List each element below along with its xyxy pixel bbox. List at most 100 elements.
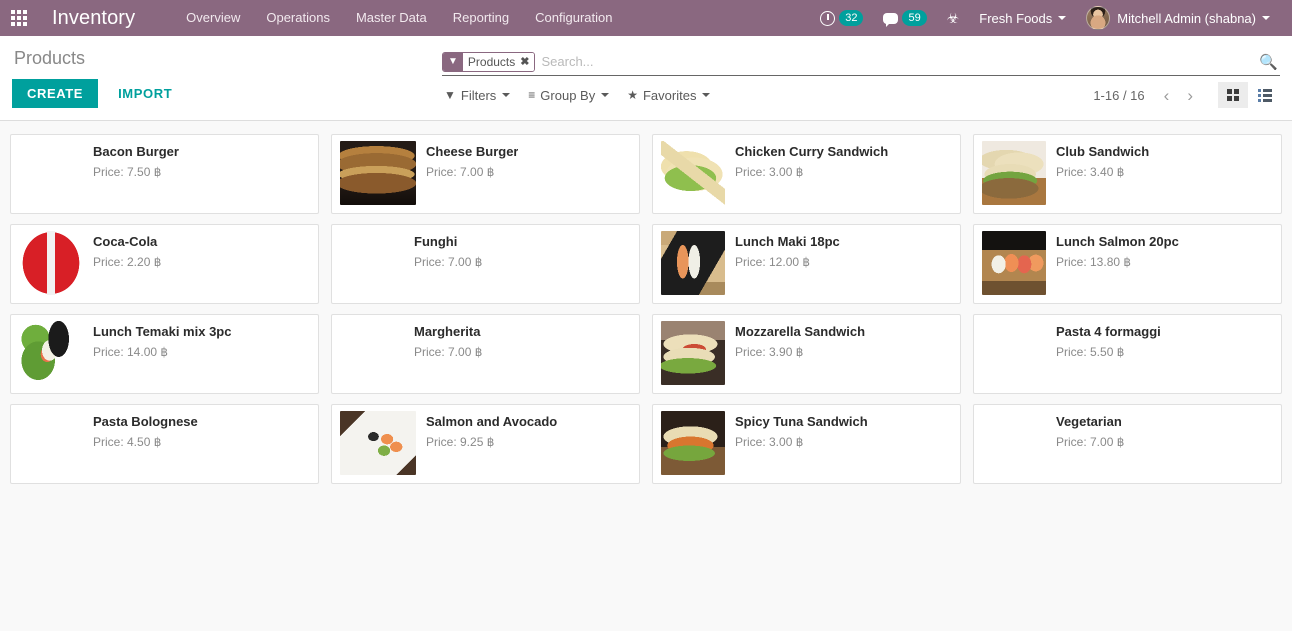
product-image	[982, 231, 1046, 295]
product-card-body[interactable]: Bacon Burger Price: 7.50 ฿	[10, 134, 319, 214]
product-card[interactable]: Spicy Tuna Sandwich Price: 3.00 ฿	[646, 399, 967, 489]
product-card[interactable]: Funghi Price: 7.00 ฿	[325, 219, 646, 309]
product-card[interactable]: Lunch Salmon 20pc Price: 13.80 ฿	[967, 219, 1288, 309]
product-image	[982, 411, 1046, 475]
product-card-body[interactable]: Pasta Bolognese Price: 4.50 ฿	[10, 404, 319, 484]
product-card[interactable]: Margherita Price: 7.00 ฿	[325, 309, 646, 399]
product-card[interactable]: Club Sandwich Price: 3.40 ฿	[967, 129, 1288, 219]
product-card-text: Pasta 4 formaggi Price: 5.50 ฿	[1056, 321, 1161, 360]
favorites-dropdown[interactable]: ★ Favorites	[625, 84, 718, 107]
product-card[interactable]: Bacon Burger Price: 7.50 ฿	[4, 129, 325, 219]
product-price: Price: 3.00 ฿	[735, 165, 804, 179]
product-card[interactable]: Pasta 4 formaggi Price: 5.50 ฿	[967, 309, 1288, 399]
chat-bubble-icon	[883, 12, 899, 27]
product-card-body[interactable]: Chicken Curry Sandwich Price: 3.00 ฿	[652, 134, 961, 214]
search-facet-products[interactable]: ▼ Products ✖	[442, 51, 536, 72]
product-card[interactable]: Lunch Maki 18pc Price: 12.00 ฿	[646, 219, 967, 309]
product-card-body[interactable]: Coca-Cola Price: 2.20 ฿	[10, 224, 319, 304]
action-buttons: CREATE IMPORT	[12, 79, 442, 120]
product-card[interactable]: Cheese Burger Price: 7.00 ฿	[325, 129, 646, 219]
product-card[interactable]: Mozzarella Sandwich Price: 3.90 ฿	[646, 309, 967, 399]
company-name: Fresh Foods	[979, 10, 1053, 26]
product-card-body[interactable]: Margherita Price: 7.00 ฿	[331, 314, 640, 394]
product-price: Price: 7.00 ฿	[1056, 435, 1125, 449]
product-card-text: Vegetarian Price: 7.00 ฿	[1056, 411, 1124, 450]
filter-funnel-icon: ▼	[443, 52, 463, 71]
search-bar[interactable]: ▼ Products ✖ 🔍	[442, 48, 1280, 76]
menu-item-reporting[interactable]: Reporting	[440, 0, 522, 36]
avatar	[1086, 6, 1111, 30]
search-icon[interactable]: 🔍	[1251, 53, 1278, 71]
user-menu[interactable]: Mitchell Admin (shabna)	[1076, 0, 1280, 36]
menu-item-overview[interactable]: Overview	[173, 0, 253, 36]
messages-menu[interactable]: 59	[873, 0, 936, 36]
product-price: Price: 3.00 ฿	[735, 435, 804, 449]
filter-toolbar: ▼ Filters ≡ Group By ★ Favorites 1-16 / …	[442, 78, 1280, 112]
group-by-dropdown[interactable]: ≡ Group By	[526, 84, 617, 107]
chevron-down-icon	[601, 93, 610, 97]
product-image	[661, 411, 725, 475]
app-brand-inventory[interactable]: Inventory	[52, 7, 135, 30]
import-button[interactable]: IMPORT	[106, 79, 184, 108]
product-card[interactable]: Coca-Cola Price: 2.20 ฿	[4, 219, 325, 309]
product-card-text: Bacon Burger Price: 7.50 ฿	[93, 141, 179, 180]
product-card-text: Club Sandwich Price: 3.40 ฿	[1056, 141, 1149, 180]
product-card[interactable]: Chicken Curry Sandwich Price: 3.00 ฿	[646, 129, 967, 219]
product-card-body[interactable]: Lunch Salmon 20pc Price: 13.80 ฿	[973, 224, 1282, 304]
remove-facet-icon[interactable]: ✖	[520, 52, 535, 71]
search-facet-label: Products	[462, 52, 521, 71]
product-card[interactable]: Lunch Temaki mix 3pc Price: 14.00 ฿	[4, 309, 325, 399]
product-card-body[interactable]: Pasta 4 formaggi Price: 5.50 ฿	[973, 314, 1282, 394]
debug-menu[interactable]: ☣	[937, 0, 970, 36]
apps-menu-toggle[interactable]	[0, 0, 38, 36]
product-image	[19, 321, 83, 385]
product-card[interactable]: Pasta Bolognese Price: 4.50 ฿	[4, 399, 325, 489]
pager-count: 1-16 / 16	[1093, 87, 1145, 103]
product-price: Price: 4.50 ฿	[93, 435, 162, 449]
product-card-body[interactable]: Cheese Burger Price: 7.00 ฿	[331, 134, 640, 214]
view-switcher	[1216, 82, 1280, 108]
pager-previous-button[interactable]: ‹	[1155, 87, 1179, 104]
menu-item-master-data[interactable]: Master Data	[343, 0, 440, 36]
list-view-button[interactable]	[1250, 82, 1280, 108]
filters-dropdown[interactable]: ▼ Filters	[442, 84, 518, 107]
filters-label: Filters	[460, 87, 497, 103]
product-name: Pasta Bolognese	[93, 414, 198, 429]
product-card-body[interactable]: Vegetarian Price: 7.00 ฿	[973, 404, 1282, 484]
product-image	[340, 231, 404, 295]
product-card-body[interactable]: Spicy Tuna Sandwich Price: 3.00 ฿	[652, 404, 961, 484]
product-price: Price: 7.00 ฿	[426, 165, 495, 179]
product-name: Lunch Maki 18pc	[735, 234, 840, 249]
product-name: Vegetarian	[1056, 414, 1122, 429]
menu-item-operations[interactable]: Operations	[253, 0, 343, 36]
product-card-body[interactable]: Lunch Temaki mix 3pc Price: 14.00 ฿	[10, 314, 319, 394]
hamburger-icon: ≡	[528, 88, 536, 102]
product-card[interactable]: Vegetarian Price: 7.00 ฿	[967, 399, 1288, 489]
product-card-text: Lunch Maki 18pc Price: 12.00 ฿	[735, 231, 840, 270]
product-card[interactable]: Salmon and Avocado Price: 9.25 ฿	[325, 399, 646, 489]
clock-icon	[820, 10, 836, 26]
product-card-body[interactable]: Club Sandwich Price: 3.40 ฿	[973, 134, 1282, 214]
product-name: Cheese Burger	[426, 144, 519, 159]
product-card-text: Pasta Bolognese Price: 4.50 ฿	[93, 411, 198, 450]
product-name: Mozzarella Sandwich	[735, 324, 866, 339]
menu-item-configuration[interactable]: Configuration	[522, 0, 625, 36]
company-switcher[interactable]: Fresh Foods	[969, 0, 1076, 36]
product-image	[19, 141, 83, 205]
kanban-view-button[interactable]	[1218, 82, 1248, 108]
pager-next-button[interactable]: ›	[1178, 87, 1202, 104]
search-input[interactable]	[541, 51, 1252, 72]
product-card-body[interactable]: Mozzarella Sandwich Price: 3.90 ฿	[652, 314, 961, 394]
product-image	[982, 141, 1046, 205]
product-card-body[interactable]: Funghi Price: 7.00 ฿	[331, 224, 640, 304]
product-card-body[interactable]: Lunch Maki 18pc Price: 12.00 ฿	[652, 224, 961, 304]
product-name: Coca-Cola	[93, 234, 158, 249]
product-image	[340, 321, 404, 385]
create-button[interactable]: CREATE	[12, 79, 99, 108]
product-card-text: Mozzarella Sandwich Price: 3.90 ฿	[735, 321, 865, 360]
chevron-down-icon	[1262, 16, 1270, 20]
favorites-label: Favorites	[642, 87, 697, 103]
product-card-body[interactable]: Salmon and Avocado Price: 9.25 ฿	[331, 404, 640, 484]
product-card-text: Funghi Price: 7.00 ฿	[414, 231, 482, 270]
activities-menu[interactable]: 32	[810, 0, 873, 36]
